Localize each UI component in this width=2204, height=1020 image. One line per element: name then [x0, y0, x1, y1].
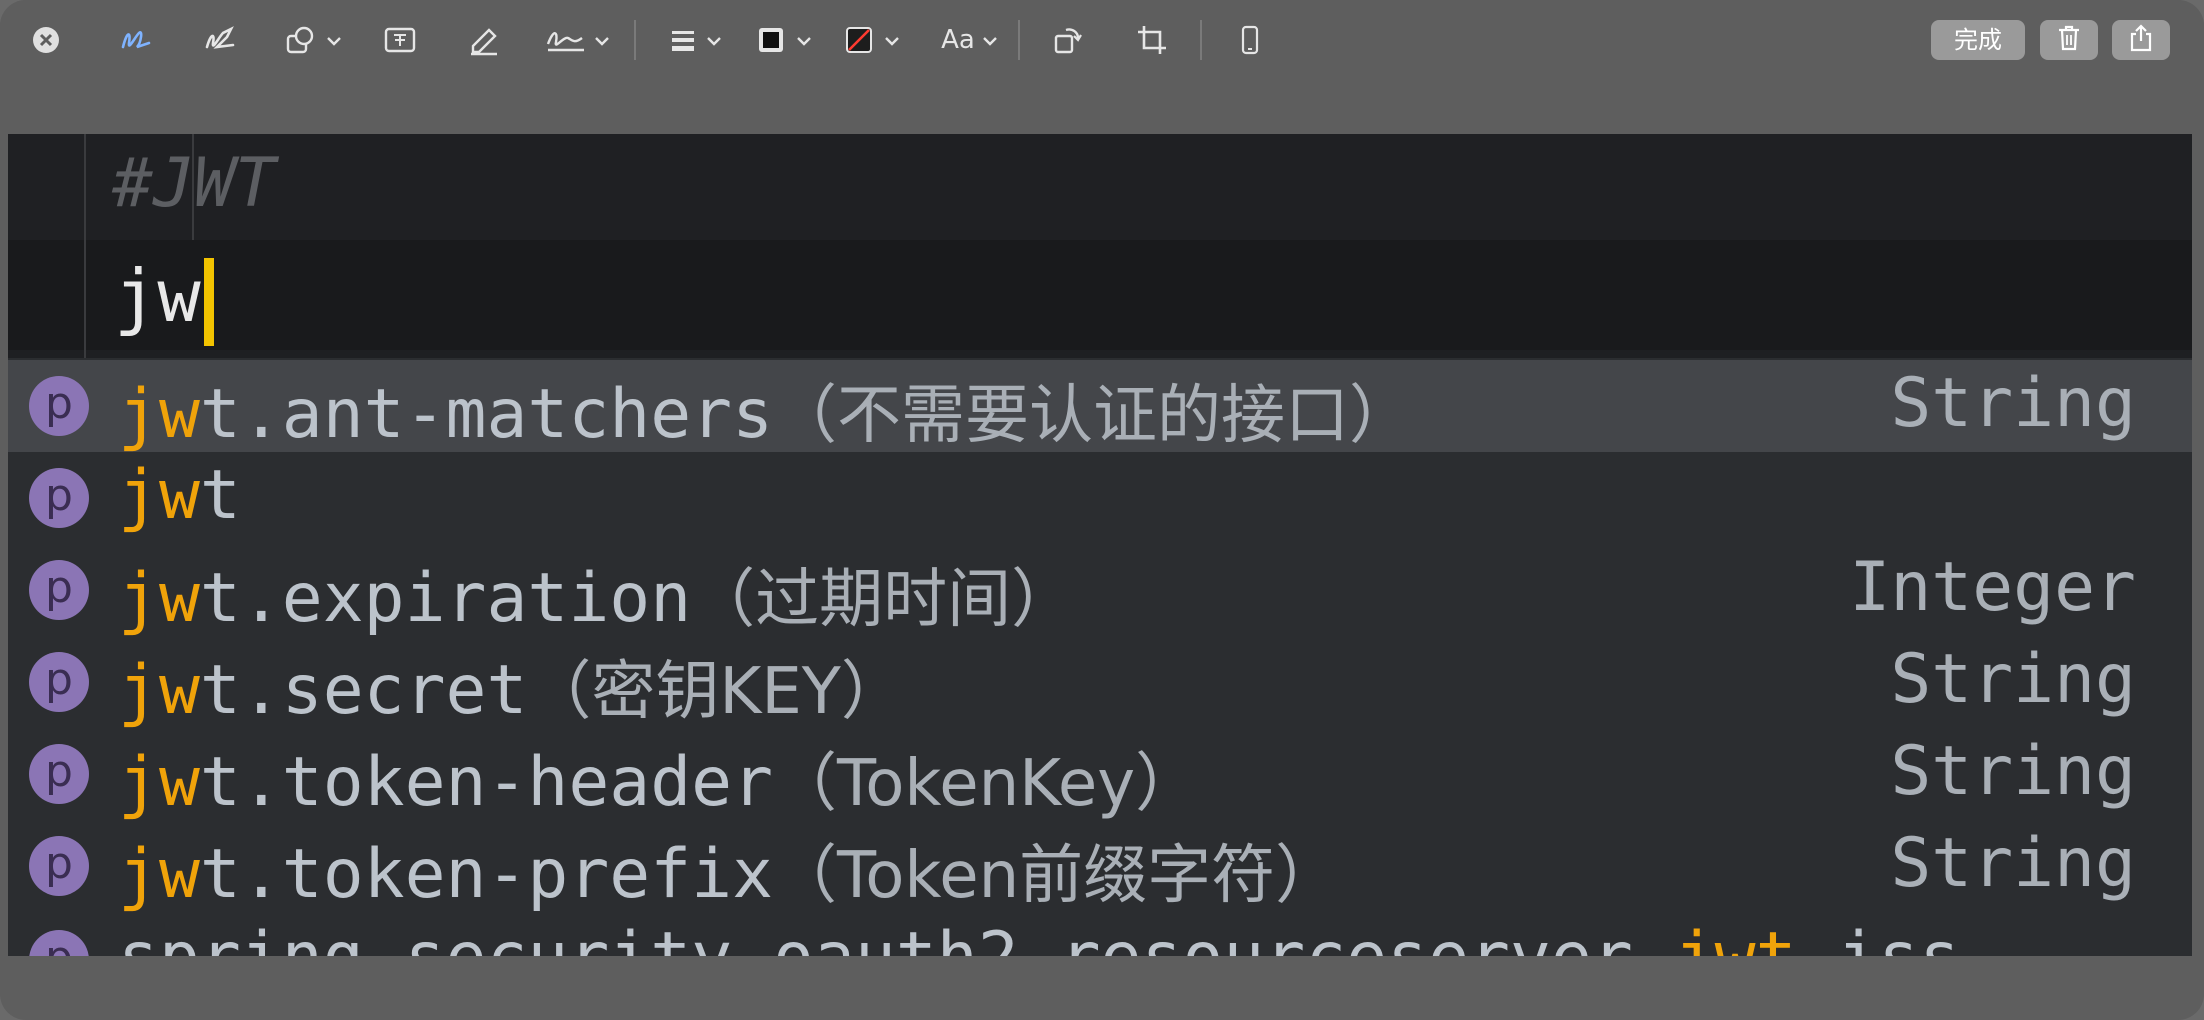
comment-line: #JWT	[112, 144, 276, 223]
completion-item[interactable]: p jwt.secret（密钥KEY） String	[8, 636, 2192, 730]
property-badge-icon: p	[29, 468, 89, 528]
markup-window: Aa 完成 #JWT jw p jwt.ant-matchers（不需要认证的接…	[0, 0, 2204, 1020]
property-badge-icon: p	[29, 652, 89, 712]
toolbar-divider	[634, 20, 636, 60]
text-caret	[204, 258, 214, 346]
completion-type: String	[1890, 640, 2136, 719]
code-editor[interactable]: #JWT jw p jwt.ant-matchers（不需要认证的接口） Str…	[8, 134, 2192, 956]
typed-text: jw	[114, 254, 201, 338]
completion-type: String	[1890, 732, 2136, 811]
share-button[interactable]	[2112, 20, 2170, 60]
property-badge-icon: p	[29, 930, 89, 956]
completion-description: （Token前缀字符）	[773, 839, 1340, 913]
border-color-icon[interactable]	[756, 24, 786, 56]
indent-guide	[84, 134, 86, 358]
completion-item[interactable]: p jwt.token-prefix（Token前缀字符） String	[8, 820, 2192, 914]
chevron-down-icon[interactable]	[594, 32, 610, 51]
fill-color-icon[interactable]	[844, 24, 874, 56]
share-icon	[2128, 23, 2154, 57]
completion-label: spring.security.oauth2.resourceserver.jw…	[118, 918, 1960, 956]
font-icon[interactable]: Aa	[938, 22, 978, 58]
line-style-icon[interactable]	[668, 24, 698, 56]
toolbar-divider	[1018, 20, 1020, 60]
property-badge-icon: p	[29, 376, 89, 436]
completion-description: （过期时间）	[691, 563, 1076, 637]
markup-toolbar: Aa 完成	[0, 0, 2204, 132]
completion-description: （不需要认证的接口）	[773, 379, 1414, 453]
completion-popup: p jwt.ant-matchers（不需要认证的接口） String p jw…	[8, 358, 2192, 956]
sketch-icon[interactable]	[116, 22, 156, 58]
toolbar-divider	[1200, 20, 1202, 60]
crop-icon[interactable]	[1134, 22, 1170, 58]
completion-label: jwt.ant-matchers（不需要认证的接口）	[118, 375, 1414, 454]
text-box-icon[interactable]	[382, 22, 418, 58]
property-badge-icon: p	[29, 560, 89, 620]
completion-item[interactable]: p jwt.expiration（过期时间） Integer	[8, 544, 2192, 638]
completion-description: （密钥KEY）	[527, 655, 905, 729]
chevron-down-icon[interactable]	[706, 32, 722, 51]
completion-label: jwt.token-header（TokenKey）	[118, 743, 1200, 822]
completion-label: jwt	[118, 456, 241, 535]
completion-type: Integer	[1849, 548, 2136, 627]
chevron-down-icon[interactable]	[884, 32, 900, 51]
chevron-down-icon[interactable]	[796, 32, 812, 51]
close-icon[interactable]	[30, 24, 62, 56]
done-button[interactable]: 完成	[1931, 20, 2025, 60]
completion-label: jwt.secret（密钥KEY）	[118, 651, 905, 730]
property-badge-icon: p	[29, 744, 89, 804]
shapes-icon[interactable]	[283, 22, 319, 58]
rotate-icon[interactable]	[1050, 22, 1084, 58]
signature-icon[interactable]	[544, 22, 588, 58]
device-icon[interactable]	[1238, 22, 1262, 58]
chevron-down-icon[interactable]	[982, 32, 998, 51]
completion-type: String	[1890, 364, 2136, 443]
editor-line-1	[8, 134, 2192, 240]
completion-label: jwt.expiration（过期时间）	[118, 559, 1076, 638]
completion-item[interactable]: p jwt	[8, 452, 2192, 544]
highlight-icon[interactable]	[466, 22, 502, 58]
completion-description: （TokenKey）	[773, 747, 1200, 821]
completion-item[interactable]: p spring.security.oauth2.resourceserver.…	[8, 914, 2192, 956]
delete-button[interactable]	[2040, 20, 2098, 60]
completion-label: jwt.token-prefix（Token前缀字符）	[118, 835, 1340, 914]
trash-icon	[2056, 24, 2082, 56]
completion-type: String	[1890, 824, 2136, 903]
chevron-down-icon[interactable]	[326, 32, 342, 51]
editor-line-2	[8, 240, 2192, 350]
completion-item[interactable]: p jwt.token-header（TokenKey） String	[8, 728, 2192, 822]
completion-item[interactable]: p jwt.ant-matchers（不需要认证的接口） String	[8, 360, 2192, 454]
property-badge-icon: p	[29, 836, 89, 896]
draw-icon[interactable]	[200, 22, 240, 58]
